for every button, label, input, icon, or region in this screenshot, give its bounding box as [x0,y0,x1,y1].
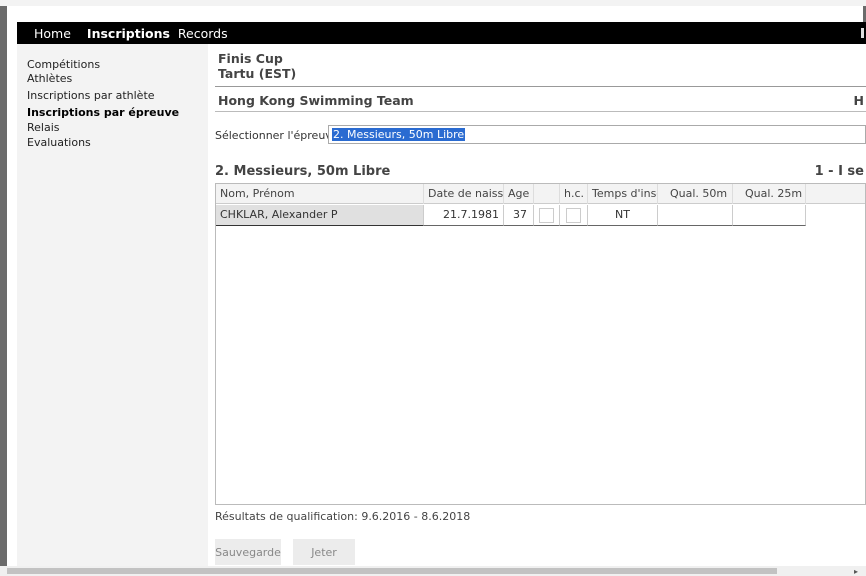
sidebar: Compétitions Athlètes Inscriptions par a… [17,44,208,566]
hc-checkbox[interactable] [566,208,581,223]
column-header-qual-25m[interactable]: Qual. 25m [733,184,806,204]
meet-header: Finis Cup Tartu (EST) [218,51,296,81]
cell-age[interactable]: 37 [504,205,534,226]
meet-location: Tartu (EST) [218,66,297,81]
divider [215,86,866,87]
column-header-extra [806,184,865,204]
event-select-input[interactable]: 2. Messieurs, 50m Libre [328,125,866,144]
sidebar-item-relays[interactable]: Relais [17,121,208,135]
cell-athlete-name[interactable]: CHKLAR, Alexander P [216,205,424,226]
browser-toolbar-strip [0,0,866,6]
column-header-qual-50m[interactable]: Qual. 50m [658,184,733,204]
sidebar-item-entries-by-athlete[interactable]: Inscriptions par athlète [17,89,208,103]
meet-name: Finis Cup [218,51,283,66]
column-header-entry-time[interactable]: Temps d'insc [588,184,658,204]
column-header-name[interactable]: Nom, Prénom [216,184,424,204]
qualification-period: Résultats de qualification: 9.6.2016 - 8… [215,510,471,523]
nav-home[interactable]: Home [17,26,79,41]
checkbox[interactable] [539,208,554,223]
team-right-label: H [853,93,864,108]
sidebar-item-entries-by-event[interactable]: Inscriptions par épreuve [17,106,208,120]
table-header: Nom, Prénom Date de naissa Age h.c. Temp… [216,184,865,204]
discard-button[interactable]: Jeter [293,539,355,565]
column-header-blank[interactable] [534,184,560,204]
main-content: Finis Cup Tartu (EST) Hong Kong Swimming… [208,44,866,566]
event-select-value: 2. Messieurs, 50m Libre [332,128,466,141]
column-header-birth-date[interactable]: Date de naissa [424,184,504,204]
team-name: Hong Kong Swimming Team [218,93,414,108]
cell-qual-25m[interactable] [733,205,806,226]
cell-entry-time[interactable]: NT [588,205,658,226]
divider [215,111,866,112]
app-window: Home Inscriptions Records Compétitions A… [0,0,866,576]
sidebar-item-athletes[interactable]: Athlètes [17,72,208,86]
sidebar-item-evaluations[interactable]: Evaluations [17,136,208,150]
scrollbar-thumb[interactable] [7,568,777,574]
cell-checkbox-hc[interactable] [560,205,588,226]
entries-table: Nom, Prénom Date de naissa Age h.c. Temp… [215,183,866,505]
nav-records[interactable]: Records [178,26,236,41]
page-info: 1 - I se [814,164,864,179]
cell-checkbox-1[interactable] [534,205,560,226]
horizontal-scrollbar[interactable]: ▸ [0,566,866,576]
column-header-hc[interactable]: h.c. [560,184,588,204]
event-title: 2. Messieurs, 50m Libre [215,164,391,179]
table-row[interactable]: CHKLAR, Alexander P 21.7.1981 37 NT [216,205,806,226]
cell-qual-50m[interactable] [658,205,733,226]
sidebar-item-competitions[interactable]: Compétitions [17,58,208,72]
nav-inscriptions[interactable]: Inscriptions [79,26,178,41]
scroll-right-arrow-icon[interactable]: ▸ [854,567,858,576]
top-navbar: Home Inscriptions Records [17,22,866,44]
save-button[interactable]: Sauvegarde [215,539,281,565]
window-left-edge [0,6,7,566]
event-select-label: Sélectionner l'épreuve: [215,129,343,142]
cell-birth-date[interactable]: 21.7.1981 [424,205,504,226]
column-header-age[interactable]: Age [504,184,534,204]
navbar-corner-marker [861,28,864,38]
